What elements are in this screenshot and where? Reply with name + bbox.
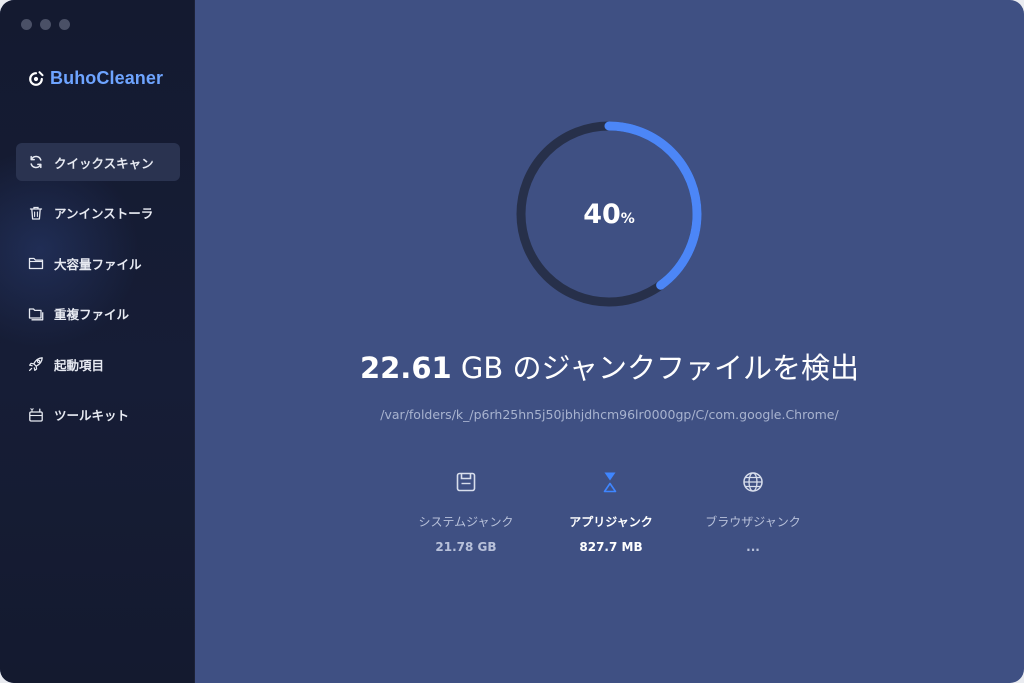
toolkit-icon (29, 407, 43, 422)
category-system-junk: システムジャンク 21.78 GB (396, 470, 536, 554)
category-value: ... (746, 540, 760, 554)
sidebar-item-label: ツールキット (54, 408, 130, 423)
junk-size: 22.61 (359, 351, 452, 385)
brand: BuhoCleaner (28, 68, 163, 89)
category-value: 827.7 MB (579, 540, 643, 554)
current-scan-path: /var/folders/k_/p6rh25hn5j50jbhjdhcm96lr… (380, 407, 839, 422)
sidebar-item-duplicate-files[interactable]: 重複ファイル (16, 295, 180, 333)
sidebar-item-label: 大容量ファイル (54, 256, 142, 272)
progress-percent-value: 40 (583, 198, 621, 230)
close-window-button[interactable] (21, 19, 32, 30)
sidebar-item-label: クイックスキャン (54, 155, 154, 171)
category-label: ブラウザジャンク (705, 515, 801, 529)
category-label: システムジャンク (418, 515, 514, 529)
minimize-window-button[interactable] (40, 19, 51, 30)
floppy-disk-icon (456, 472, 476, 492)
app-window: BuhoCleaner クイックスキャン アンインストーラ 大容量ファイル 重複… (0, 0, 1024, 683)
sidebar-item-label: 重複ファイル (54, 307, 130, 322)
sidebar-nav: クイックスキャン アンインストーラ 大容量ファイル 重複ファイル 起動項目 ツー… (16, 143, 180, 446)
junk-found-text: GB のジャンクファイルを検出 (451, 351, 860, 385)
window-controls (21, 19, 70, 30)
category-app-junk: アプリジャンク 827.7 MB (541, 470, 681, 554)
sidebar-item-toolkit[interactable]: ツールキット (16, 396, 180, 434)
folder-icon (28, 257, 44, 270)
trash-icon (29, 206, 43, 220)
hourglass-icon (603, 472, 617, 493)
sidebar-item-startup-items[interactable]: 起動項目 (16, 345, 180, 383)
progress-percent-sign: % (620, 210, 635, 227)
category-value: 21.78 GB (435, 540, 497, 554)
sidebar-item-uninstaller[interactable]: アンインストーラ (16, 194, 180, 232)
refresh-icon (30, 155, 42, 169)
junk-categories: システムジャンク 21.78 GB アプリジャンク 827.7 MB ブラウザジ… (396, 470, 826, 560)
scan-result-headline: 22.61 GB のジャンクファイルを検出 (195, 345, 1024, 387)
sidebar-item-quick-scan[interactable]: クイックスキャン (16, 143, 180, 181)
progress-percent: 40% (511, 116, 707, 312)
globe-icon (743, 472, 763, 492)
category-browser-junk: ブラウザジャンク ... (683, 470, 823, 554)
category-label: アプリジャンク (569, 515, 653, 529)
sidebar-item-label: 起動項目 (54, 357, 105, 373)
sidebar-item-label: アンインストーラ (54, 206, 154, 221)
buho-logo-icon (29, 70, 44, 86)
main-panel (195, 0, 1024, 683)
folders-icon (28, 307, 44, 320)
rocket-icon (28, 357, 43, 372)
app-name: BuhoCleaner (50, 68, 164, 88)
sidebar: BuhoCleaner クイックスキャン アンインストーラ 大容量ファイル 重複… (0, 0, 195, 683)
sidebar-item-large-files[interactable]: 大容量ファイル (16, 244, 180, 282)
zoom-window-button[interactable] (59, 19, 70, 30)
